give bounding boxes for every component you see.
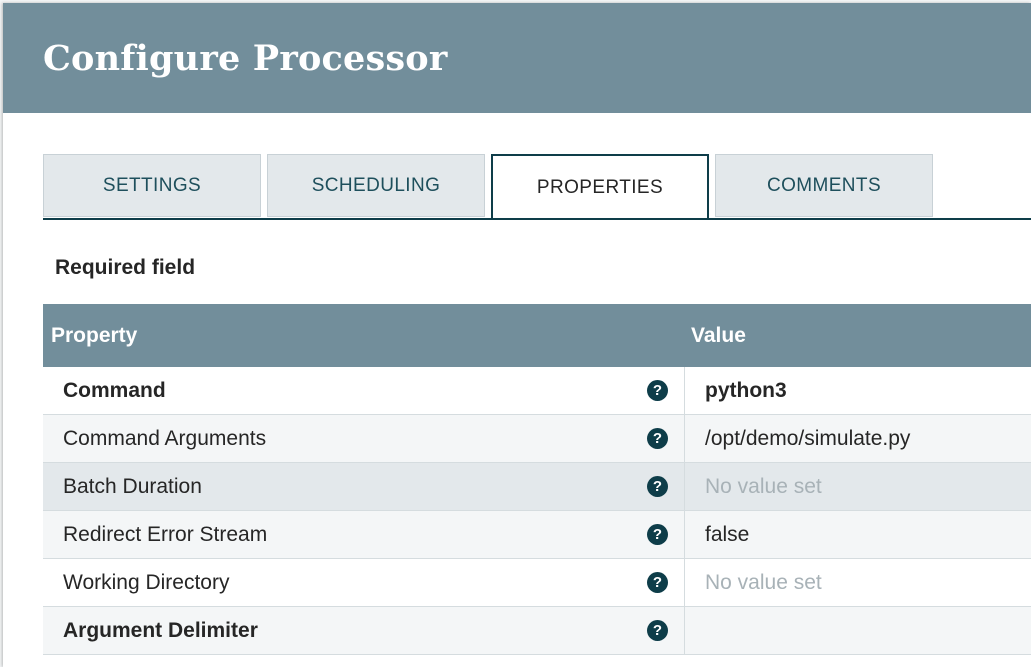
column-divider [684, 463, 685, 511]
column-divider [684, 367, 685, 415]
column-divider [684, 559, 685, 607]
property-value[interactable]: No value set [705, 559, 822, 606]
table-row[interactable]: Batch Duration ? No value set [43, 463, 1031, 511]
table-row[interactable]: Argument Delimiter ? [43, 607, 1031, 655]
property-name: Command [63, 379, 166, 402]
configure-processor-dialog: Configure Processor SETTINGS SCHEDULING … [3, 3, 1031, 667]
tab-comments[interactable]: COMMENTS [715, 154, 933, 217]
question-circle-icon[interactable]: ? [647, 620, 668, 641]
question-circle-icon[interactable]: ? [647, 524, 668, 545]
column-divider [684, 607, 685, 655]
table-row[interactable]: Working Directory ? No value set [43, 559, 1031, 607]
question-circle-icon[interactable]: ? [647, 572, 668, 593]
property-name: Working Directory [63, 571, 230, 594]
properties-table: Property Value Command ? python3 Command… [43, 304, 1031, 655]
property-name: Argument Delimiter [63, 619, 258, 642]
question-circle-icon[interactable]: ? [647, 428, 668, 449]
property-name: Redirect Error Stream [63, 523, 268, 546]
tabs-baseline [43, 218, 1031, 220]
question-circle-icon[interactable]: ? [647, 476, 668, 497]
column-header-property[interactable]: Property [51, 304, 137, 367]
dialog-title: Configure Processor [43, 38, 448, 79]
tab-scheduling[interactable]: SCHEDULING [267, 154, 485, 217]
required-field-label: Required field [55, 256, 196, 279]
column-header-value[interactable]: Value [691, 304, 746, 367]
column-divider [684, 415, 685, 463]
property-name: Command Arguments [63, 427, 267, 450]
table-header: Property Value [43, 304, 1031, 367]
property-value[interactable]: /opt/demo/simulate.py [705, 415, 910, 462]
table-row[interactable]: Command Arguments ? /opt/demo/simulate.p… [43, 415, 1031, 463]
column-divider [684, 511, 685, 559]
tab-settings[interactable]: SETTINGS [43, 154, 261, 217]
question-circle-icon[interactable]: ? [647, 380, 668, 401]
table-row[interactable]: Command ? python3 [43, 367, 1031, 415]
tab-properties[interactable]: PROPERTIES [491, 154, 709, 220]
property-name: Batch Duration [63, 475, 202, 498]
property-value[interactable]: python3 [705, 367, 787, 414]
property-value[interactable]: false [705, 511, 749, 558]
table-row[interactable]: Redirect Error Stream ? false [43, 511, 1031, 559]
dialog-header: Configure Processor [3, 3, 1031, 113]
property-value[interactable]: No value set [705, 463, 822, 510]
